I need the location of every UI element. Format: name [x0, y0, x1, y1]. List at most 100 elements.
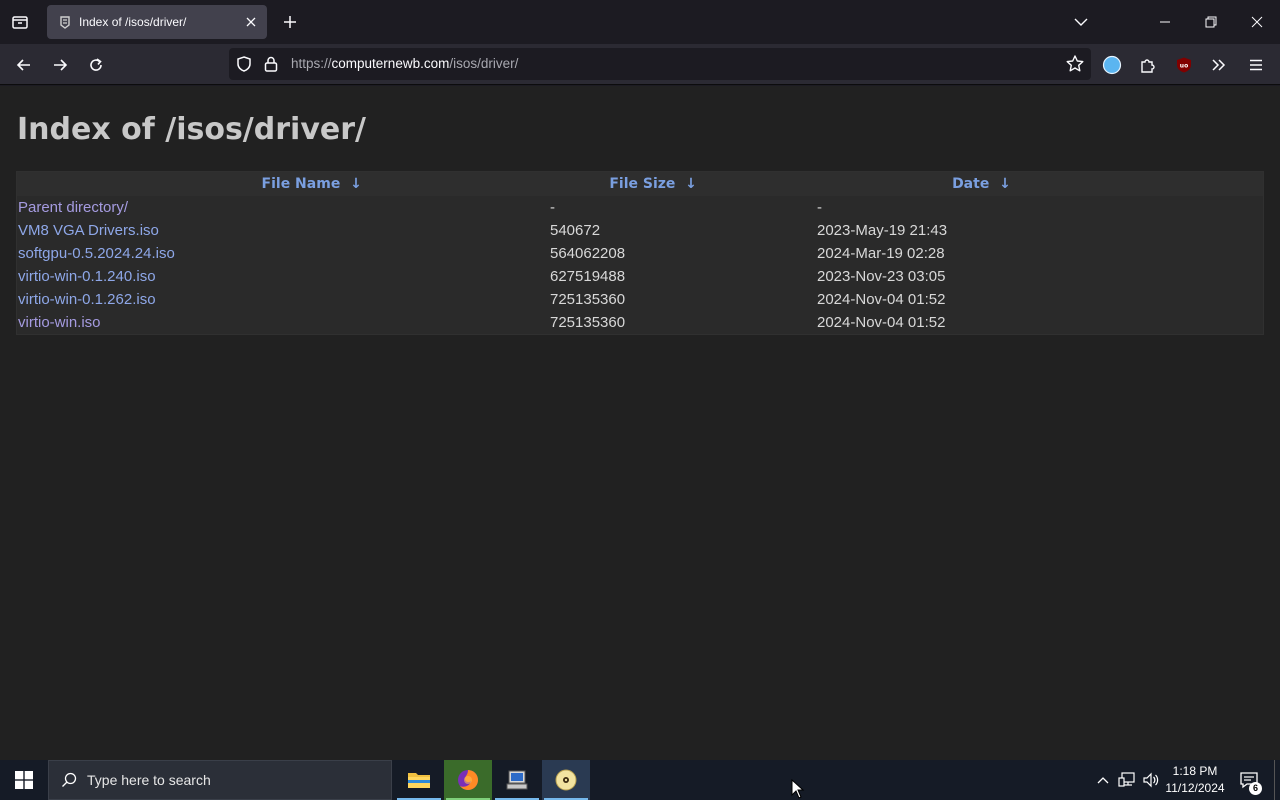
taskbar-firefox[interactable] [444, 760, 492, 800]
extensions-button[interactable] [1133, 50, 1163, 80]
network-tray-button[interactable] [1116, 760, 1138, 800]
file-size: 725135360 [550, 291, 626, 308]
file-link[interactable]: softgpu-0.5.2024.24.iso [18, 245, 175, 262]
file-size: 725135360 [550, 314, 626, 331]
page-title: Index of /isos/driver/ [17, 112, 366, 147]
windows-taskbar: Type here to search 1:18 PM 11/12/2024 6 [0, 760, 1280, 800]
tracking-protection-shield-icon[interactable] [235, 55, 253, 78]
url-bar[interactable]: https://computernewb.com/isos/driver/ [229, 48, 1091, 80]
clock-date: 11/12/2024 [1165, 781, 1225, 795]
file-date: 2023-Nov-23 03:05 [817, 268, 946, 285]
search-placeholder: Type here to search [87, 772, 211, 788]
taskbar-clock[interactable]: 1:18 PM 11/12/2024 [1160, 763, 1230, 797]
plus-icon [284, 16, 296, 28]
table-row: VM8 VGA Drivers.iso 540672 2023-May-19 2… [17, 219, 1263, 242]
show-desktop-button[interactable] [1274, 760, 1280, 800]
table-row: Parent directory/ - - [17, 196, 1263, 219]
windows-logo-icon [15, 771, 33, 789]
url-text[interactable]: https://computernewb.com/isos/driver/ [291, 56, 518, 71]
notification-count-badge: 6 [1249, 782, 1262, 795]
reload-icon [90, 58, 102, 71]
hamburger-menu-icon [1250, 59, 1262, 71]
firefox-icon [458, 770, 478, 790]
parent-directory-link[interactable]: Parent directory/ [18, 199, 128, 216]
file-listing-table: File Name ↓ File Size ↓ Date ↓ Parent di… [16, 171, 1264, 335]
active-tab[interactable]: Index of /isos/driver/ [47, 5, 267, 39]
chevron-up-icon [1097, 777, 1109, 784]
taskbar-file-explorer[interactable] [395, 760, 443, 800]
back-button[interactable] [9, 50, 39, 80]
forward-button[interactable] [45, 50, 75, 80]
table-header: File Name ↓ File Size ↓ Date ↓ [17, 172, 1263, 196]
ublock-origin-button[interactable]: uo [1169, 50, 1199, 80]
puzzle-piece-icon [1141, 59, 1155, 73]
minimize-icon [1160, 21, 1170, 23]
file-link[interactable]: virtio-win-0.1.240.iso [18, 268, 156, 285]
close-window-button[interactable] [1234, 0, 1280, 44]
column-header-file-name[interactable]: File Name ↓ [17, 172, 606, 196]
taskbar-app-disc[interactable] [542, 760, 590, 800]
sort-arrow-icon: ↓ [350, 176, 362, 192]
file-size: 540672 [550, 222, 601, 239]
column-header-date[interactable]: Date ↓ [700, 172, 1263, 196]
column-label: File Name [261, 176, 341, 192]
tab-bar: Index of /isos/driver/ [0, 0, 1280, 44]
column-label: File Size [609, 176, 676, 192]
page-favicon-icon [57, 14, 73, 30]
sort-arrow-icon: ↓ [685, 176, 697, 192]
table-row: virtio-win-0.1.262.iso 725135360 2024-No… [17, 288, 1263, 311]
chevron-down-icon [1074, 18, 1088, 26]
search-icon [62, 772, 77, 787]
tab-title: Index of /isos/driver/ [79, 15, 187, 29]
start-button[interactable] [0, 760, 48, 800]
account-avatar-icon [1102, 55, 1122, 75]
arrow-right-icon [54, 59, 68, 71]
page-content: Index of /isos/driver/ File Name ↓ File … [0, 86, 1280, 760]
disc-icon [555, 769, 577, 791]
file-link[interactable]: virtio-win-0.1.262.iso [18, 291, 156, 308]
firefox-account-button[interactable] [1097, 50, 1127, 80]
file-size: 564062208 [550, 245, 626, 262]
minimize-button[interactable] [1142, 0, 1188, 44]
url-path: /isos/driver/ [449, 56, 519, 71]
table-row: virtio-win.iso 725135360 2024-Nov-04 01:… [17, 311, 1263, 334]
tab-list-icon [12, 16, 28, 29]
file-date: 2023-May-19 21:43 [817, 222, 948, 239]
reload-button[interactable] [81, 50, 111, 80]
folder-icon [408, 773, 430, 788]
taskbar-app-computer[interactable] [493, 760, 541, 800]
double-chevron-right-icon [1212, 59, 1226, 71]
show-hidden-icons-button[interactable] [1094, 760, 1112, 800]
bookmark-star-icon[interactable] [1065, 54, 1085, 79]
file-link[interactable]: VM8 VGA Drivers.iso [18, 222, 159, 239]
table-row: virtio-win-0.1.240.iso 627519488 2023-No… [17, 265, 1263, 288]
more-tools-button[interactable] [1204, 50, 1234, 80]
mouse-cursor-icon [791, 779, 805, 799]
tab-list-button[interactable] [6, 8, 34, 36]
taskbar-search-box[interactable]: Type here to search [48, 760, 392, 800]
network-icon [1118, 772, 1135, 787]
file-size: 627519488 [550, 268, 626, 285]
restore-button[interactable] [1188, 0, 1234, 44]
file-date: - [817, 199, 822, 216]
url-scheme: https:// [291, 56, 332, 71]
table-row: softgpu-0.5.2024.24.iso 564062208 2024-M… [17, 242, 1263, 265]
close-icon [1251, 16, 1263, 28]
sort-arrow-icon: ↓ [999, 176, 1011, 192]
close-icon [246, 17, 256, 27]
url-host: computernewb.com [331, 56, 450, 71]
tab-close-button[interactable] [239, 10, 263, 34]
arrow-left-icon [16, 59, 30, 71]
column-header-file-size[interactable]: File Size ↓ [606, 172, 700, 196]
volume-tray-button[interactable] [1140, 760, 1162, 800]
navigation-toolbar: https://computernewb.com/isos/driver/ uo [0, 44, 1280, 85]
new-tab-button[interactable] [276, 8, 304, 36]
restore-icon [1205, 16, 1217, 28]
speaker-icon [1143, 772, 1159, 788]
app-menu-button[interactable] [1241, 50, 1271, 80]
list-all-tabs-button[interactable] [1058, 0, 1104, 44]
ublock-shield-icon: uo [1177, 57, 1191, 73]
file-link[interactable]: virtio-win.iso [18, 314, 101, 331]
lock-icon[interactable] [263, 55, 279, 78]
column-label: Date [952, 176, 990, 192]
